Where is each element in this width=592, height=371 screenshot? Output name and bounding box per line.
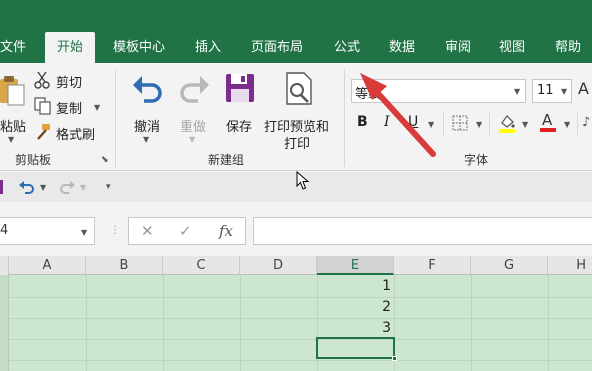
annotation-arrow-icon (360, 73, 436, 157)
